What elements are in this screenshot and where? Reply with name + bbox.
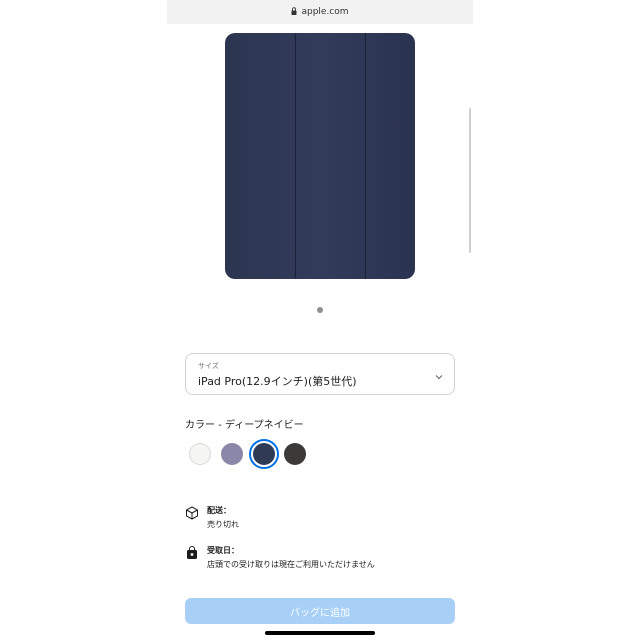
mobile-browser-page: apple.com サイズ iPad Pro(12.9インチ)(第5世代) カラ… [167, 0, 473, 640]
lock-icon [291, 6, 297, 18]
home-indicator[interactable] [265, 631, 375, 635]
case-fold-line [365, 33, 366, 279]
carousel-page-indicator[interactable] [317, 307, 323, 313]
url-bar[interactable]: apple.com [167, 0, 473, 24]
shopping-bag-icon [185, 545, 199, 564]
delivery-title: 配送： [207, 506, 231, 515]
scrollbar[interactable] [469, 108, 471, 253]
color-swatch-lavender[interactable] [221, 443, 243, 465]
box-icon [185, 505, 199, 524]
product-image [225, 33, 415, 279]
delivery-status: 売り切れ [207, 520, 239, 529]
pickup-title: 受取日： [207, 546, 239, 555]
add-to-bag-button[interactable]: バッグに追加 [185, 598, 455, 624]
color-title: カラー - ディープネイビー [185, 420, 304, 431]
color-swatch-deep-navy[interactable] [249, 439, 279, 469]
color-swatch-white[interactable] [189, 443, 211, 465]
size-select-label: サイズ [198, 362, 219, 370]
size-select-value: iPad Pro(12.9インチ)(第5世代) [198, 375, 357, 388]
size-select[interactable]: サイズ iPad Pro(12.9インチ)(第5世代) [185, 353, 455, 395]
chevron-down-icon [434, 367, 444, 386]
case-fold-line [295, 33, 296, 279]
pickup-status: 店頭での受け取りは現在ご利用いただけません [207, 560, 375, 569]
color-swatch-charcoal[interactable] [284, 443, 306, 465]
url-text: apple.com [301, 7, 349, 17]
